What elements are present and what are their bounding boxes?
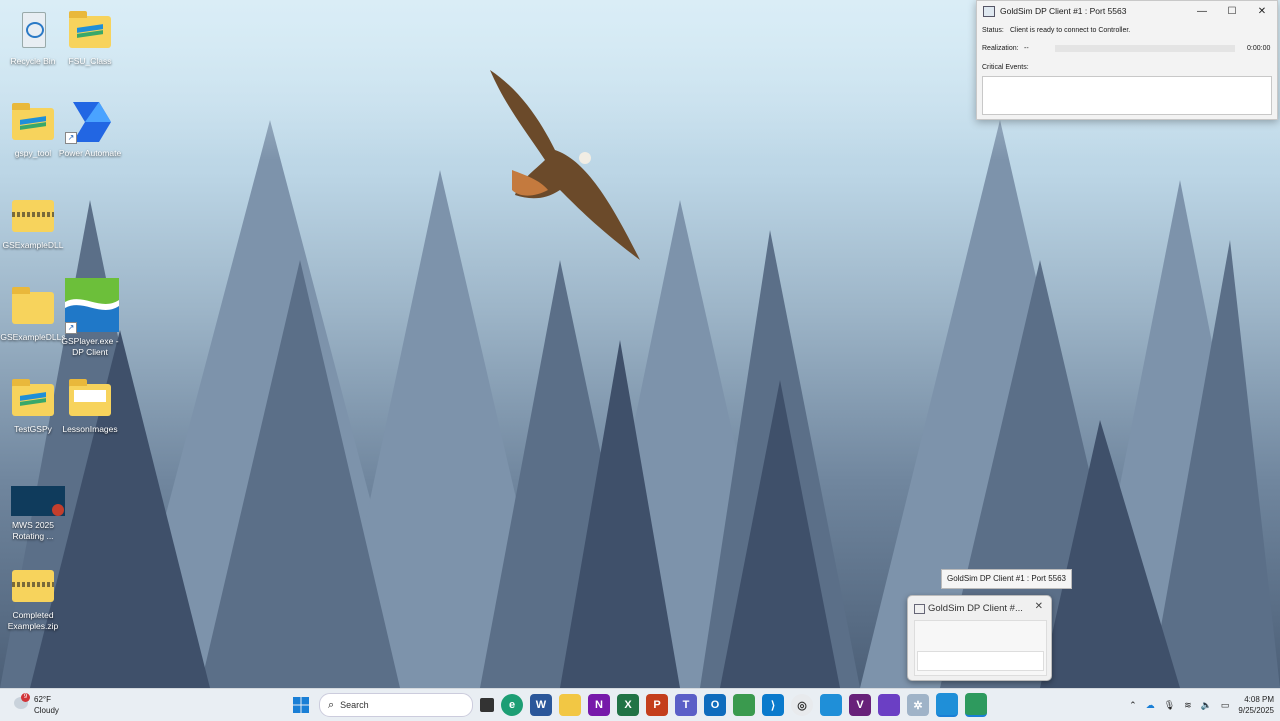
folder-icon — [8, 100, 58, 144]
folder-icon — [65, 376, 115, 420]
preview-thumbnail — [914, 620, 1047, 676]
task-view-icon[interactable] — [480, 698, 494, 712]
notepad-plus-icon[interactable] — [733, 694, 755, 716]
status-value: Client is ready to connect to Controller… — [1010, 27, 1131, 34]
desktop-icon-label: Power Automate — [58, 148, 122, 158]
excel-icon[interactable]: X — [617, 694, 639, 716]
desktop-icon-power-automate[interactable]: ↗ Power Automate — [57, 100, 123, 159]
clock-date: 9/25/2025 — [1238, 706, 1274, 715]
taskbar-search-box[interactable]: ⌕ Search — [319, 693, 473, 717]
desktop-icon-label: FSU_Class — [68, 56, 112, 66]
window-title: GoldSim DP Client #1 : Port 5563 — [1000, 6, 1127, 16]
maximize-button[interactable]: ☐ — [1217, 6, 1247, 17]
taskbar-window-preview[interactable]: GoldSim DP Client #... ✕ — [907, 595, 1052, 681]
weather-badge: 9 — [21, 693, 30, 702]
recycle-bin-icon — [8, 8, 58, 52]
settings-app-icon[interactable]: ✲ — [907, 694, 929, 716]
desktop-icon-completed-examples[interactable]: Completed Examples.zip — [0, 562, 66, 632]
desktop-background: Recycle Bin FSU_Class gspy_tool ↗ Power … — [0, 0, 1280, 688]
file-explorer-icon[interactable] — [559, 694, 581, 716]
critical-events-box[interactable] — [982, 76, 1272, 115]
app-window-icon — [914, 604, 925, 614]
taskbar-apps: ⌕ Search e W N X P T O ⟩ ◎ V ✲ — [290, 693, 987, 717]
window-titlebar[interactable]: GoldSim DP Client #1 : Port 5563 — ☐ ✕ — [977, 1, 1277, 21]
critical-events-label: Critical Events: — [982, 64, 1029, 71]
wifi-icon[interactable]: ≋ — [1184, 700, 1192, 711]
outlook-icon[interactable]: O — [704, 694, 726, 716]
desktop-icon-label: GSExampleDLL — [2, 240, 64, 250]
minimize-button[interactable]: — — [1187, 6, 1217, 17]
taskbar: 9 62°F Cloudy ⌕ Search e W N X P T O ⟩ ◎… — [0, 688, 1280, 721]
desktop-icon-label: GSPlayer.exe - DP Client — [61, 336, 119, 357]
teams-icon[interactable]: T — [675, 694, 697, 716]
desktop-icon-gsexampledll[interactable]: GSExampleDLL — [0, 192, 66, 251]
app-icon[interactable] — [878, 694, 900, 716]
volume-icon[interactable]: 🔈 — [1201, 700, 1212, 711]
goldsim-icon[interactable] — [820, 694, 842, 716]
shortcut-arrow-icon: ↗ — [65, 132, 77, 144]
power-automate-icon: ↗ — [65, 100, 115, 144]
weather-temperature: 62°F — [34, 695, 51, 704]
realization-progress-bar — [1055, 45, 1235, 52]
visual-studio-icon[interactable]: V — [849, 694, 871, 716]
presentation-thumbnail-icon — [8, 486, 65, 516]
windows-logo-icon — [293, 697, 309, 713]
preview-close-button[interactable]: ✕ — [1035, 601, 1043, 612]
folder-icon — [8, 284, 58, 328]
shortcut-arrow-icon: ↗ — [65, 322, 77, 334]
realization-label: Realization: — [982, 45, 1019, 52]
goldsim-dp-client-window[interactable]: GoldSim DP Client #1 : Port 5563 — ☐ ✕ S… — [976, 0, 1278, 120]
goldsim-player-taskbar-icon[interactable] — [936, 693, 958, 717]
desktop-icon-label: MWS 2025 Rotating ... — [11, 520, 55, 541]
folder-icon — [65, 8, 115, 52]
desktop-icon-gsplayer[interactable]: ↗ GSPlayer.exe - DP Client — [57, 278, 123, 358]
weather-widget[interactable]: 9 62°F Cloudy — [14, 693, 74, 717]
search-icon: ⌕ — [328, 698, 335, 711]
battery-icon[interactable]: ▭ — [1221, 700, 1230, 711]
realization-value: -- — [1024, 45, 1029, 52]
clock-time: 4:08 PM — [1244, 695, 1274, 704]
chrome-icon[interactable]: ◎ — [791, 694, 813, 716]
close-button[interactable]: ✕ — [1247, 6, 1277, 17]
app-window-icon — [983, 5, 995, 17]
desktop-icon-fsu-class[interactable]: FSU_Class — [57, 8, 123, 67]
desktop-icon-mws-2025[interactable]: MWS 2025 Rotating ... — [0, 486, 66, 542]
onedrive-cloud-icon[interactable]: ☁ — [1146, 700, 1155, 711]
preview-title: GoldSim DP Client #... — [928, 603, 1023, 614]
edge-browser-icon[interactable]: e — [501, 694, 523, 716]
elapsed-time: 0:00:00 — [1247, 45, 1271, 52]
vscode-icon[interactable]: ⟩ — [762, 694, 784, 716]
powerpoint-icon[interactable]: P — [646, 694, 668, 716]
weather-description: Cloudy — [34, 706, 59, 715]
folder-icon — [8, 376, 58, 420]
goldsim-dp-client-taskbar-icon[interactable] — [965, 693, 987, 717]
status-label: Status: — [982, 27, 1004, 34]
desktop-icon-label: LessonImages — [62, 424, 118, 434]
microphone-icon[interactable]: 🎙 — [1164, 700, 1175, 711]
system-tray: ⌃ ☁ 🎙 ≋ 🔈 ▭ 4:08 PM 9/25/2025 — [1129, 693, 1274, 717]
zip-folder-icon — [8, 562, 58, 606]
chevron-up-icon[interactable]: ⌃ — [1129, 700, 1137, 711]
taskbar-clock[interactable]: 4:08 PM 9/25/2025 — [1238, 694, 1274, 716]
onenote-icon[interactable]: N — [588, 694, 610, 716]
goldsim-player-icon: ↗ — [65, 278, 119, 334]
word-icon[interactable]: W — [530, 694, 552, 716]
search-placeholder: Search — [340, 700, 369, 710]
desktop-icon-label: Completed Examples.zip — [7, 610, 59, 631]
zip-folder-icon — [8, 192, 58, 236]
taskbar-tooltip: GoldSim DP Client #1 : Port 5563 — [941, 569, 1072, 589]
desktop-icon-lessonimages[interactable]: LessonImages — [57, 376, 123, 435]
start-button[interactable] — [290, 694, 312, 716]
